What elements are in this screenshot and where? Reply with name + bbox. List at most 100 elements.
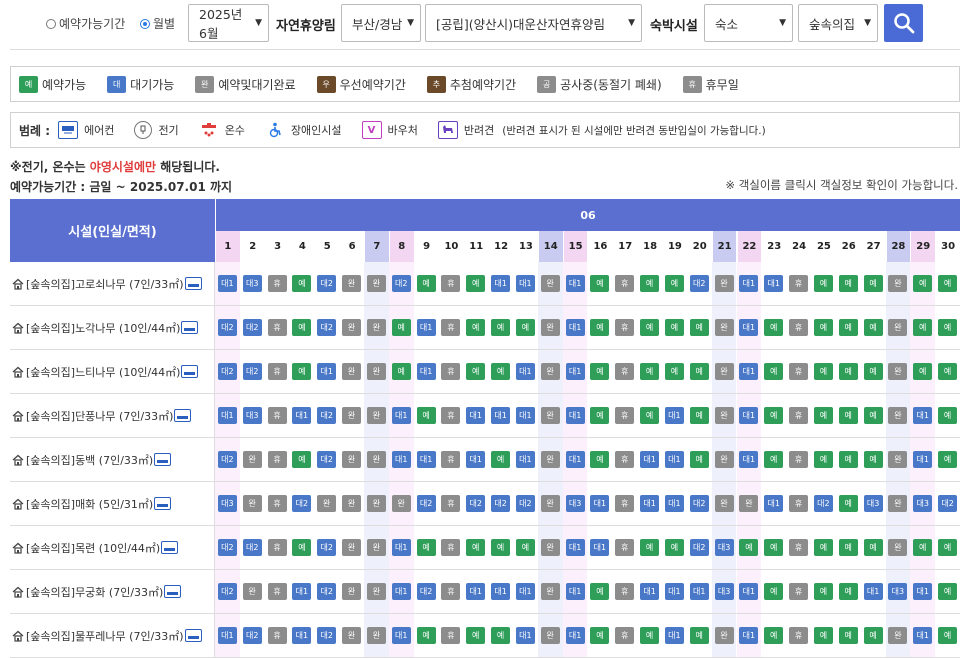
status-badge[interactable]: 대1 bbox=[565, 451, 585, 468]
status-badge[interactable]: 예 bbox=[515, 319, 535, 336]
status-badge[interactable]: 예 bbox=[764, 451, 784, 468]
room-name[interactable]: [숲속의집]물푸레나무 (7인/33㎡) bbox=[10, 614, 215, 657]
status-badge[interactable]: 예 bbox=[689, 407, 709, 424]
status-badge[interactable]: 대1 bbox=[739, 583, 759, 600]
status-badge[interactable]: 대2 bbox=[938, 495, 958, 512]
status-badge[interactable]: 대1 bbox=[466, 407, 486, 424]
status-badge[interactable]: 대2 bbox=[217, 539, 237, 556]
status-badge[interactable]: 예 bbox=[813, 319, 833, 336]
status-badge[interactable]: 예 bbox=[863, 407, 883, 424]
status-badge[interactable]: 대2 bbox=[242, 539, 262, 556]
status-badge[interactable]: 예 bbox=[689, 319, 709, 336]
status-badge[interactable]: 대1 bbox=[416, 451, 436, 468]
status-badge[interactable]: 대2 bbox=[317, 451, 337, 468]
status-badge[interactable]: 대2 bbox=[689, 495, 709, 512]
status-badge[interactable]: 대1 bbox=[491, 275, 511, 292]
status-badge[interactable]: 대2 bbox=[317, 407, 337, 424]
radio-period-dot[interactable] bbox=[46, 18, 56, 29]
status-badge[interactable]: 예 bbox=[590, 363, 610, 380]
status-badge[interactable]: 예 bbox=[416, 539, 436, 556]
lodging-type-select[interactable]: 숙소 ▼ bbox=[704, 4, 793, 42]
status-badge[interactable]: 대1 bbox=[391, 583, 411, 600]
status-badge[interactable]: 예 bbox=[590, 275, 610, 292]
room-name-text[interactable]: [숲속의집]물푸레나무 (7인/33㎡) bbox=[26, 628, 184, 644]
status-badge[interactable]: 예 bbox=[813, 583, 833, 600]
status-badge[interactable]: 대1 bbox=[739, 275, 759, 292]
status-badge[interactable]: 대1 bbox=[515, 451, 535, 468]
status-badge[interactable]: 대1 bbox=[913, 407, 933, 424]
radio-period[interactable]: 예약가능기간 bbox=[46, 15, 125, 32]
status-badge[interactable]: 대1 bbox=[292, 627, 312, 644]
room-name-text[interactable]: [숲속의집]동백 (7인/33㎡) bbox=[26, 452, 153, 468]
status-badge[interactable]: 예 bbox=[813, 407, 833, 424]
room-name[interactable]: [숲속의집]목련 (10인/44㎡) bbox=[10, 526, 215, 569]
status-badge[interactable]: 대2 bbox=[416, 495, 436, 512]
status-badge[interactable]: 대1 bbox=[515, 275, 535, 292]
status-badge[interactable]: 대2 bbox=[242, 627, 262, 644]
status-badge[interactable]: 예 bbox=[491, 539, 511, 556]
status-badge[interactable]: 대1 bbox=[640, 583, 660, 600]
status-badge[interactable]: 예 bbox=[938, 407, 958, 424]
status-badge[interactable]: 대1 bbox=[416, 319, 436, 336]
status-badge[interactable]: 대1 bbox=[491, 583, 511, 600]
forest-select[interactable]: [공립](양산시)대운산자연휴양림 ▼ bbox=[425, 4, 642, 42]
status-badge[interactable]: 대2 bbox=[292, 495, 312, 512]
status-badge[interactable]: 예 bbox=[466, 363, 486, 380]
room-name-text[interactable]: [숲속의집]무궁화 (7인/33㎡) bbox=[26, 584, 163, 600]
status-badge[interactable]: 예 bbox=[838, 583, 858, 600]
status-badge[interactable]: 예 bbox=[664, 363, 684, 380]
status-badge[interactable]: 예 bbox=[838, 451, 858, 468]
status-badge[interactable]: 대1 bbox=[491, 407, 511, 424]
room-name-text[interactable]: [숲속의집]느티나무 (10인/44㎡) bbox=[26, 364, 180, 380]
status-badge[interactable]: 대1 bbox=[590, 495, 610, 512]
status-badge[interactable]: 예 bbox=[292, 451, 312, 468]
status-badge[interactable]: 예 bbox=[863, 319, 883, 336]
search-button[interactable] bbox=[884, 4, 923, 42]
status-badge[interactable]: 대1 bbox=[391, 451, 411, 468]
status-badge[interactable]: 대2 bbox=[317, 627, 337, 644]
status-badge[interactable]: 대1 bbox=[217, 275, 237, 292]
status-badge[interactable]: 대1 bbox=[217, 407, 237, 424]
status-badge[interactable]: 예 bbox=[938, 539, 958, 556]
status-badge[interactable]: 예 bbox=[938, 627, 958, 644]
status-badge[interactable]: 대3 bbox=[242, 275, 262, 292]
status-badge[interactable]: 예 bbox=[764, 407, 784, 424]
status-badge[interactable]: 대2 bbox=[217, 363, 237, 380]
status-badge[interactable]: 예 bbox=[689, 627, 709, 644]
status-badge[interactable]: 대2 bbox=[217, 319, 237, 336]
status-badge[interactable]: 예 bbox=[640, 363, 660, 380]
status-badge[interactable]: 대3 bbox=[565, 495, 585, 512]
status-badge[interactable]: 예 bbox=[813, 275, 833, 292]
status-badge[interactable]: 예 bbox=[838, 495, 858, 512]
status-badge[interactable]: 대2 bbox=[242, 363, 262, 380]
status-badge[interactable]: 예 bbox=[764, 583, 784, 600]
radio-month[interactable]: 월별 bbox=[140, 15, 175, 32]
status-badge[interactable]: 예 bbox=[416, 407, 436, 424]
room-name-text[interactable]: [숲속의집]매화 (5인/31㎡) bbox=[26, 496, 153, 512]
status-badge[interactable]: 예 bbox=[938, 275, 958, 292]
radio-month-dot[interactable] bbox=[140, 18, 150, 29]
room-name-text[interactable]: [숲속의집]고로쇠나무 (7인/33㎡) bbox=[26, 276, 184, 292]
status-badge[interactable]: 대3 bbox=[714, 539, 734, 556]
status-badge[interactable]: 예 bbox=[590, 407, 610, 424]
room-name[interactable]: [숲속의집]노각나무 (10인/44㎡) bbox=[10, 306, 215, 349]
status-badge[interactable]: 대1 bbox=[664, 495, 684, 512]
status-badge[interactable]: 대1 bbox=[217, 627, 237, 644]
status-badge[interactable]: 예 bbox=[664, 319, 684, 336]
status-badge[interactable]: 예 bbox=[466, 275, 486, 292]
status-badge[interactable]: 대1 bbox=[565, 627, 585, 644]
status-badge[interactable]: 예 bbox=[863, 275, 883, 292]
status-badge[interactable]: 예 bbox=[491, 451, 511, 468]
status-badge[interactable]: 대1 bbox=[292, 583, 312, 600]
status-badge[interactable]: 예 bbox=[764, 539, 784, 556]
room-name-text[interactable]: [숲속의집]단풍나무 (7인/33㎡) bbox=[26, 408, 173, 424]
status-badge[interactable]: 대2 bbox=[217, 451, 237, 468]
status-badge[interactable]: 예 bbox=[938, 583, 958, 600]
status-badge[interactable]: 대1 bbox=[664, 627, 684, 644]
status-badge[interactable]: 대1 bbox=[590, 539, 610, 556]
status-badge[interactable]: 예 bbox=[764, 627, 784, 644]
status-badge[interactable]: 예 bbox=[863, 627, 883, 644]
status-badge[interactable]: 대2 bbox=[466, 495, 486, 512]
status-badge[interactable]: 대1 bbox=[391, 407, 411, 424]
status-badge[interactable]: 예 bbox=[813, 539, 833, 556]
